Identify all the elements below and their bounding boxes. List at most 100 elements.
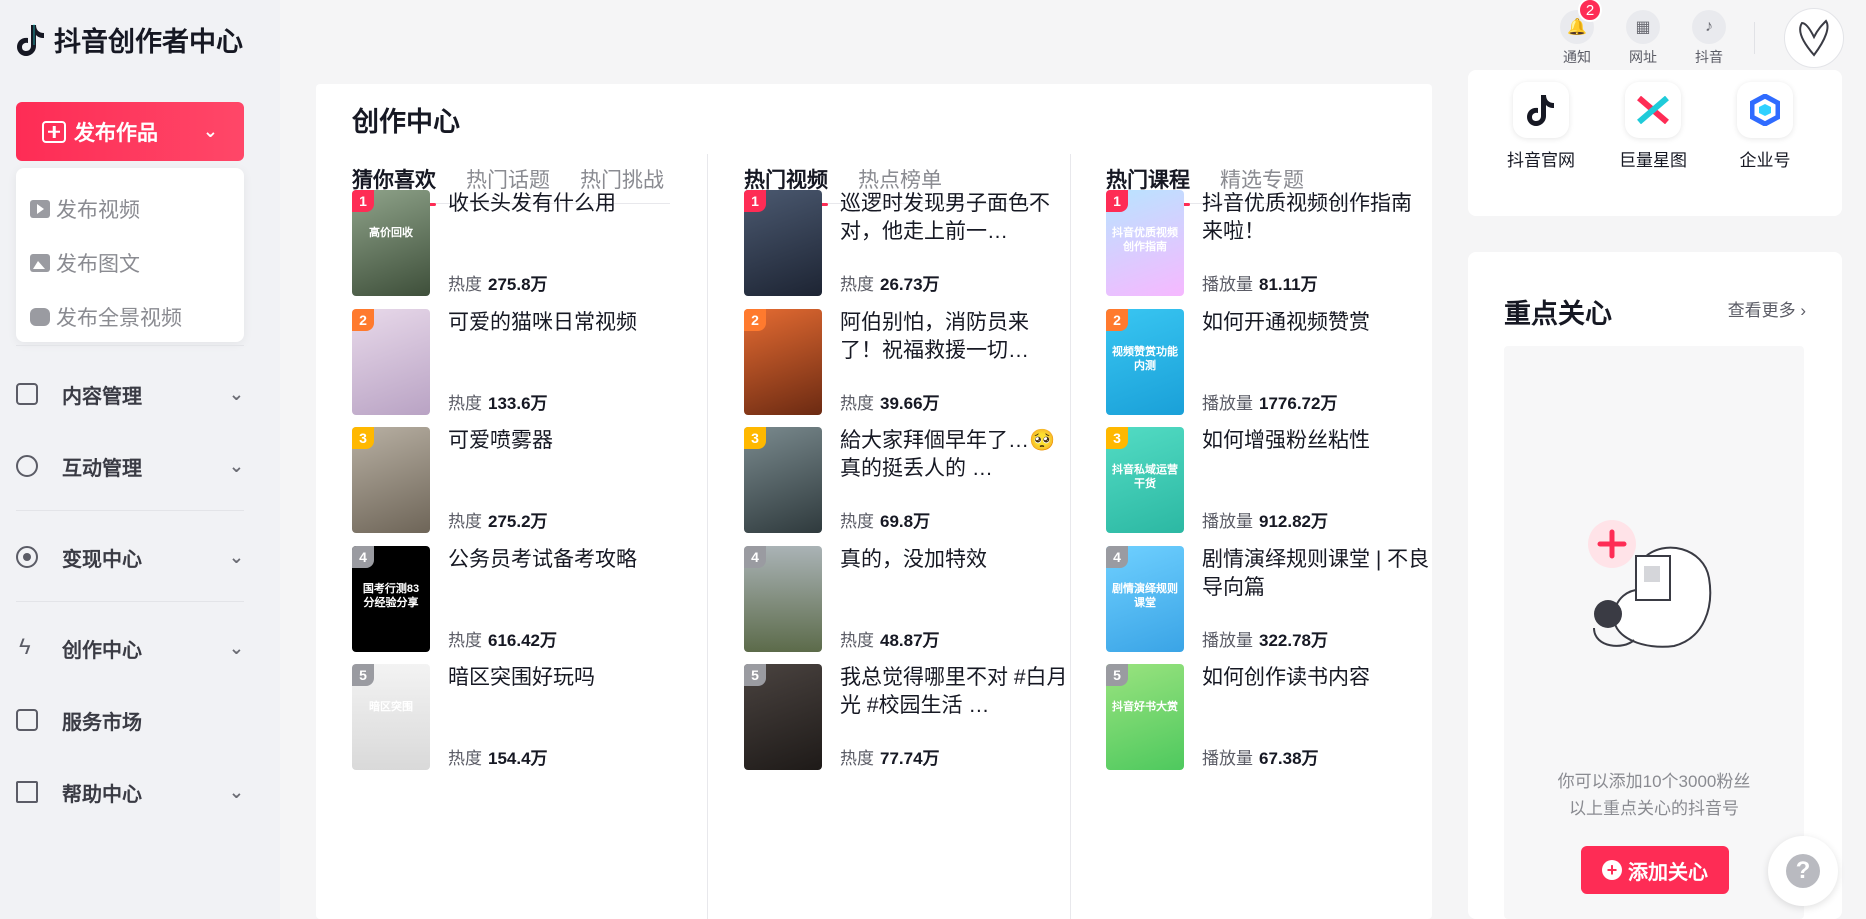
nav-creation-center[interactable]: 创作中心 ⌄ (16, 623, 244, 673)
list-item[interactable]: 4 真的，没加特效 热度 48.87万 (744, 546, 1074, 652)
add-focus-button[interactable]: + 添加关心 (1581, 846, 1729, 894)
list-item[interactable]: 3 可爱喷雾器 热度 275.2万 (352, 427, 682, 533)
item-thumbnail[interactable]: 1 (744, 190, 822, 296)
item-title[interactable]: 如何开通视频赞赏 (1202, 309, 1432, 337)
list-item[interactable]: 抖音好书大赏 5 如何创作读书内容 播放量 67.38万 (1106, 664, 1436, 770)
meta-label: 热度 (448, 394, 482, 413)
list-item[interactable]: 高价回收 1 收长头发有什么用 热度 275.8万 (352, 190, 682, 296)
item-thumbnail[interactable]: 国考行测83分经验分享 4 (352, 546, 430, 652)
meta-value: 77.74万 (880, 749, 940, 768)
nav-content-management[interactable]: 内容管理 ⌄ (16, 369, 244, 419)
view-more-label: 查看更多 (1727, 301, 1796, 320)
item-title[interactable]: 如何增强粉丝粘性 (1202, 427, 1432, 455)
avatar[interactable] (1784, 8, 1844, 68)
item-meta: 热度 39.66万 (840, 389, 940, 414)
item-title[interactable]: 剧情演绎规则课堂 | 不良导向篇 (1202, 546, 1432, 602)
meta-label: 播放量 (1202, 394, 1253, 413)
chevron-down-icon: ⌄ (202, 121, 218, 141)
nav-monetization-center[interactable]: 变现中心 ⌄ (16, 532, 244, 582)
douyin-official-link[interactable]: 抖音官网 (1496, 82, 1586, 171)
app-label: 抖音官网 (1507, 151, 1575, 170)
target-circle-icon (16, 546, 38, 568)
list-item[interactable]: 3 給大家拜個早年了…🥺 真的挺丢人的 … 热度 69.8万 (744, 427, 1074, 533)
nav-help-center[interactable]: 帮助中心 ⌄ (16, 767, 244, 817)
list-item[interactable]: 抖音私域运营干货 3 如何增强粉丝粘性 播放量 912.82万 (1106, 427, 1436, 533)
item-meta: 热度 616.42万 (448, 626, 557, 651)
meta-label: 热度 (840, 631, 874, 650)
rank-badge: 4 (744, 546, 766, 568)
item-meta: 播放量 1776.72万 (1202, 389, 1337, 414)
item-meta: 热度 48.87万 (840, 626, 940, 651)
publish-panorama-item[interactable]: 发布全景视频 (30, 290, 230, 344)
view-more-link[interactable]: 查看更多 › (1728, 296, 1806, 321)
item-thumbnail[interactable]: 3 (744, 427, 822, 533)
meta-label: 热度 (840, 275, 874, 294)
chevron-right-icon: › (1800, 301, 1806, 320)
list-item[interactable]: 视频赞赏功能内测 2 如何开通视频赞赏 播放量 1776.72万 (1106, 309, 1436, 415)
meta-value: 67.38万 (1259, 749, 1319, 768)
item-thumbnail[interactable]: 暗区突围 5 (352, 664, 430, 770)
publish-image-item[interactable]: 发布图文 (30, 236, 230, 290)
grid-icon: ▦ (1626, 10, 1660, 44)
nav-service-market[interactable]: 服务市场 (16, 695, 244, 745)
help-button[interactable]: ? (1768, 836, 1838, 906)
item-title[interactable]: 我总觉得哪里不对 #白月光 #校园生活 … (840, 664, 1070, 720)
item-thumbnail[interactable]: 4 (744, 546, 822, 652)
app-logo[interactable]: 抖音创作者中心 (16, 20, 243, 59)
item-title[interactable]: 公务员考试备考攻略 (448, 546, 678, 574)
item-thumbnail[interactable]: 视频赞赏功能内测 2 (1106, 309, 1184, 415)
item-title[interactable]: 可爱的猫咪日常视频 (448, 309, 678, 337)
publish-dropdown: 发布视频 发布图文 发布全景视频 (16, 168, 244, 342)
bell-icon: 🔔 2 (1560, 0, 1602, 44)
list-item[interactable]: 剧情演绎规则课堂 4 剧情演绎规则课堂 | 不良导向篇 播放量 322.78万 (1106, 546, 1436, 652)
item-title[interactable]: 給大家拜個早年了…🥺 真的挺丢人的 … (840, 427, 1070, 483)
item-thumbnail[interactable]: 3 (352, 427, 430, 533)
rank-badge: 2 (744, 309, 766, 331)
douyin-logo-icon (17, 23, 44, 56)
nav-label: 创作中心 (62, 639, 142, 662)
thumbnail-caption: 高价回收 (369, 227, 413, 239)
rank-badge: 5 (1106, 664, 1128, 686)
rank-badge: 3 (744, 427, 766, 449)
meta-label: 热度 (448, 749, 482, 768)
item-thumbnail[interactable]: 抖音好书大赏 5 (1106, 664, 1184, 770)
list-item[interactable]: 暗区突围 5 暗区突围好玩吗 热度 154.4万 (352, 664, 682, 770)
list-item[interactable]: 5 我总觉得哪里不对 #白月光 #校园生活 … 热度 77.74万 (744, 664, 1074, 770)
publish-video-item[interactable]: 发布视频 (30, 182, 230, 236)
chevron-down-icon: ⌄ (228, 455, 244, 476)
list-item[interactable]: 抖音优质视频创作指南 1 抖音优质视频创作指南来啦！ 播放量 81.11万 (1106, 190, 1436, 296)
star-map-link[interactable]: 巨量星图 (1608, 82, 1698, 171)
item-thumbnail[interactable]: 2 (744, 309, 822, 415)
star-map-icon (1625, 82, 1681, 138)
list-item[interactable]: 国考行测83分经验分享 4 公务员考试备考攻略 热度 616.42万 (352, 546, 682, 652)
item-thumbnail[interactable]: 5 (744, 664, 822, 770)
douyin-button[interactable]: ♪ 抖音 (1687, 10, 1731, 67)
list-item[interactable]: 1 巡逻时发现男子面色不对，他走上前一… 热度 26.73万 (744, 190, 1074, 296)
item-title[interactable]: 巡逻时发现男子面色不对，他走上前一… (840, 190, 1070, 246)
meta-value: 81.11万 (1259, 275, 1318, 294)
item-thumbnail[interactable]: 抖音优质视频创作指南 1 (1106, 190, 1184, 296)
publish-button[interactable]: 发布作品 ⌄ (16, 102, 244, 161)
focus-description: 你可以添加10个3000粉丝 以上重点关心的抖音号 (1504, 768, 1804, 822)
empty-illustration-icon (1588, 520, 1712, 648)
item-title[interactable]: 暗区突围好玩吗 (448, 664, 678, 692)
nav-interaction-management[interactable]: 互动管理 ⌄ (16, 441, 244, 491)
item-title[interactable]: 阿伯别怕，消防员来了！祝福救援一切… (840, 309, 1070, 365)
item-title[interactable]: 收长头发有什么用 (448, 190, 678, 218)
quick-links-card: 抖音官网 巨量星图 企业号 (1468, 70, 1842, 216)
item-title[interactable]: 真的，没加特效 (840, 546, 1070, 574)
list-item[interactable]: 2 阿伯别怕，消防员来了！祝福救援一切… 热度 39.66万 (744, 309, 1074, 415)
shop-icon (16, 709, 38, 731)
item-thumbnail[interactable]: 2 (352, 309, 430, 415)
book-icon (16, 781, 38, 803)
notification-button[interactable]: 🔔 2 通知 (1555, 0, 1602, 67)
enterprise-link[interactable]: 企业号 (1720, 82, 1810, 171)
item-thumbnail[interactable]: 高价回收 1 (352, 190, 430, 296)
item-title[interactable]: 抖音优质视频创作指南来啦！ (1202, 190, 1432, 246)
item-title[interactable]: 可爱喷雾器 (448, 427, 678, 455)
list-item[interactable]: 2 可爱的猫咪日常视频 热度 133.6万 (352, 309, 682, 415)
item-thumbnail[interactable]: 剧情演绎规则课堂 4 (1106, 546, 1184, 652)
item-thumbnail[interactable]: 抖音私域运营干货 3 (1106, 427, 1184, 533)
sites-button[interactable]: ▦ 网址 (1621, 10, 1665, 67)
item-title[interactable]: 如何创作读书内容 (1202, 664, 1432, 692)
